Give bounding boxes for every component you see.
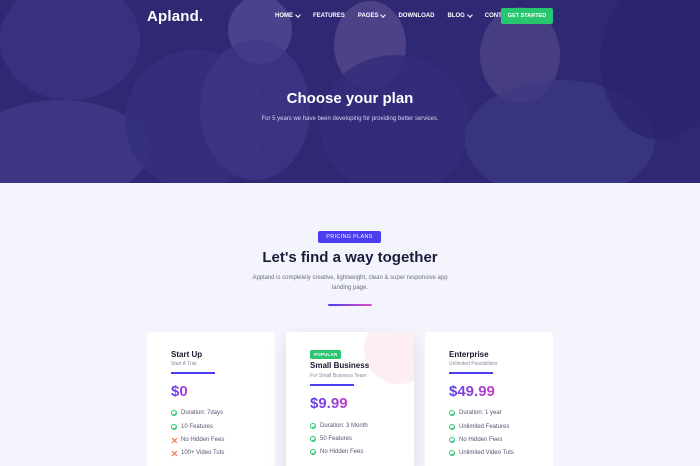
feature-item: 10 Features (171, 424, 213, 430)
pricing-card-enterprise: Enterprise Unlimited Possibilities $49.9… (425, 332, 553, 466)
plan-name: Small Business (310, 361, 370, 370)
pricing-card-startup: Start Up Start A Trial $0 Duration: 7day… (147, 332, 275, 466)
nav-item-label: PAGES (357, 13, 379, 19)
plan-divider (171, 372, 215, 374)
feature-item: No Hidden Fees (310, 449, 363, 455)
feature-item: Duration: 1 year (449, 410, 502, 416)
pricing-description: Appland is completely creative, lightwei… (252, 275, 448, 291)
check-circle-icon (449, 450, 455, 456)
pricing-title: Let's find a way together (262, 249, 438, 266)
nav-item-label: DOWNLOAD (398, 13, 435, 19)
check-circle-icon (449, 437, 455, 443)
plan-name: Start Up (171, 350, 203, 359)
nav-item-label: BLOG (447, 13, 465, 19)
feature-text: 50 Features (320, 436, 353, 442)
nav-item-label: HOME (275, 13, 293, 19)
plan-tagline: For Small Business Team (310, 373, 367, 379)
check-circle-icon (310, 436, 316, 442)
check-circle-icon (449, 410, 455, 416)
pricing-card-small-business: POPULAR Small Business For Small Busines… (286, 332, 414, 466)
nav-item-home[interactable]: HOME (275, 11, 301, 19)
feature-item: Duration: 3 Month (310, 423, 368, 429)
feature-text: Unlimited Video Tuts (459, 450, 514, 456)
hero-title: Choose your plan (286, 90, 414, 107)
feature-text: Unlimited Features (459, 424, 510, 430)
check-circle-icon (310, 449, 316, 455)
feature-text: No Hidden Fees (459, 437, 503, 443)
feature-text: Duration: 7days (181, 410, 224, 416)
plan-tagline: Start A Trial (171, 361, 197, 367)
feature-text: Duration: 3 Month (320, 423, 368, 429)
feature-text: 100+ Video Tuts (181, 450, 225, 456)
plan-divider (449, 372, 493, 374)
plan-price: $0 (171, 383, 188, 400)
plan-name: Enterprise (449, 350, 489, 359)
check-circle-icon (449, 424, 455, 430)
check-circle-icon (171, 424, 177, 430)
nav-item-download[interactable]: DOWNLOAD (398, 13, 434, 19)
check-circle-icon (310, 423, 316, 429)
chevron-down-icon (380, 11, 387, 18)
get-started-button[interactable]: GET STARTED (501, 8, 553, 24)
section-divider (328, 304, 372, 306)
feature-text: Duration: 1 year (459, 410, 502, 416)
nav-item-pages[interactable]: PAGES (357, 11, 387, 19)
plan-price: $9.99 (310, 395, 348, 412)
main-menu: HOME FEATURES PAGES DOWNLOAD BLOG CONTAC… (275, 11, 527, 19)
decorative-blob (364, 332, 414, 384)
nav-item-blog[interactable]: BLOG (447, 11, 473, 19)
feature-item: 50 Features (310, 436, 352, 442)
plan-price: $49.99 (449, 383, 495, 400)
feature-text: 10 Features (181, 424, 214, 430)
popular-badge: POPULAR (310, 350, 342, 359)
feature-item: 100+ Video Tuts (171, 450, 224, 456)
logo[interactable]: Apland. (147, 8, 203, 25)
chevron-down-icon (295, 11, 301, 18)
cross-icon (171, 437, 177, 443)
feature-item: Unlimited Video Tuts (449, 450, 514, 456)
hero-subtitle: For 5 years we have been developing for … (261, 116, 439, 122)
chevron-down-icon (466, 11, 473, 18)
top-navbar: Apland. HOME FEATURES PAGES DOWNLOAD BLO… (0, 0, 700, 34)
feature-text: No Hidden Fees (181, 437, 225, 443)
plan-divider (310, 384, 354, 386)
feature-item: Duration: 7days (171, 410, 223, 416)
feature-item: Unlimited Features (449, 424, 509, 430)
check-circle-icon (171, 410, 177, 416)
plan-tagline: Unlimited Possibilities (449, 361, 498, 367)
feature-item: No Hidden Fees (449, 437, 502, 443)
feature-item: No Hidden Fees (171, 437, 224, 443)
pricing-badge: PRICING PLANS (318, 231, 381, 243)
nav-item-label: FEATURES (313, 13, 345, 19)
cross-icon (171, 450, 177, 456)
feature-text: No Hidden Fees (320, 449, 364, 455)
nav-item-features[interactable]: FEATURES (313, 13, 345, 19)
